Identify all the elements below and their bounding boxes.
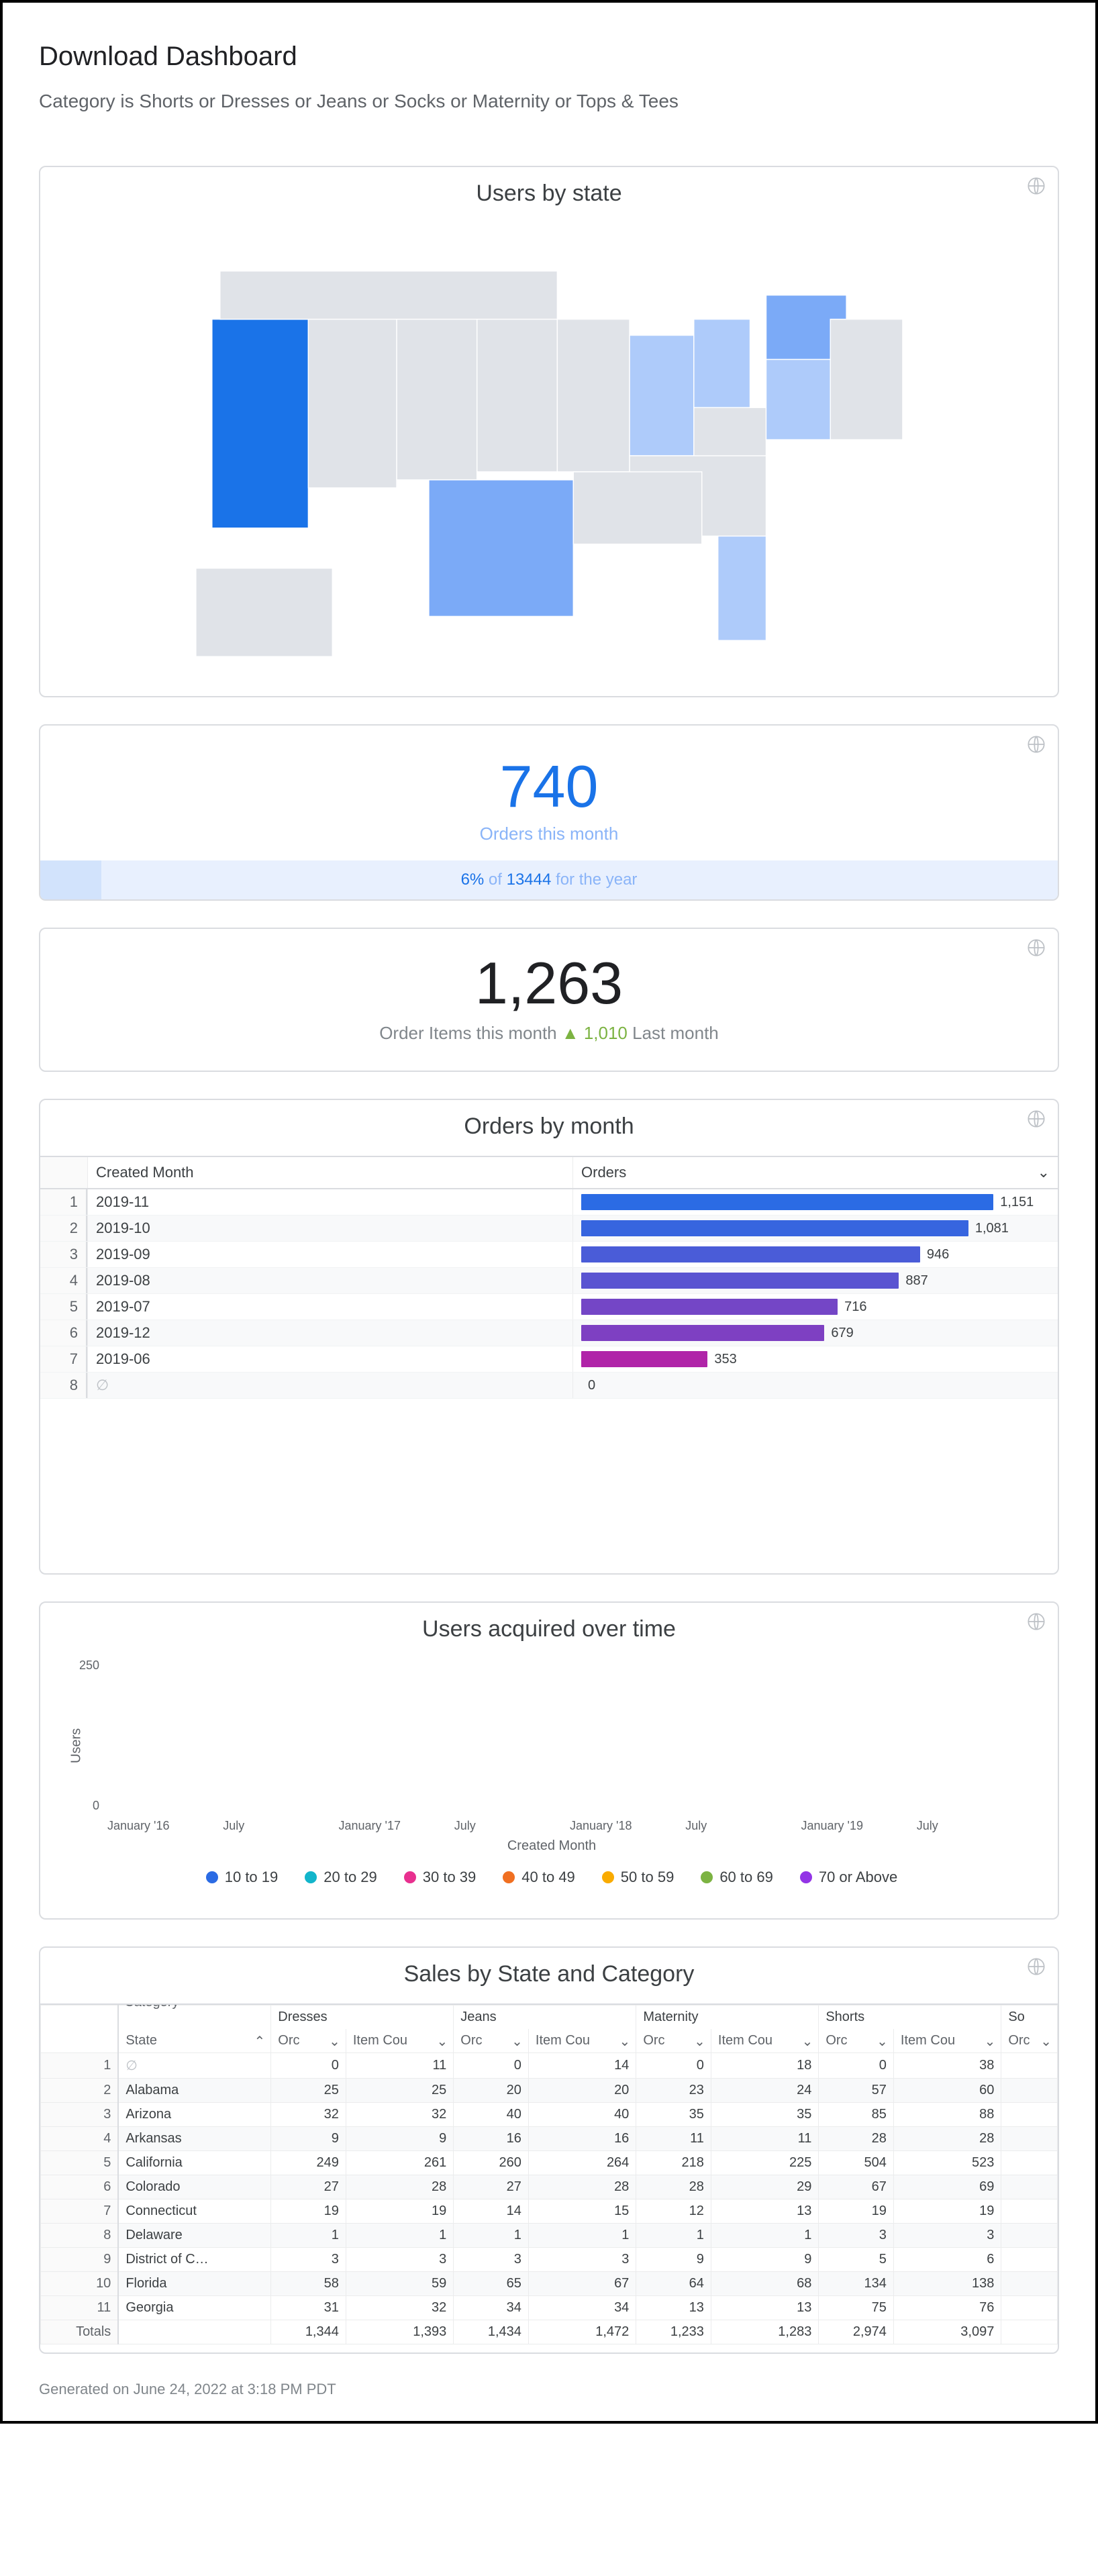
page-title: Download Dashboard: [39, 42, 1059, 72]
col-orders[interactable]: Orders: [572, 1157, 1058, 1188]
globe-icon[interactable]: [1027, 1612, 1046, 1631]
table-row[interactable]: 2Alabama2525202023245760: [41, 2079, 1058, 2103]
legend-item[interactable]: 30 to 39: [404, 1869, 477, 1886]
globe-icon[interactable]: [1027, 938, 1046, 957]
col-created-month[interactable]: Created Month: [87, 1157, 572, 1188]
legend-item[interactable]: 40 to 49: [503, 1869, 575, 1886]
table-row[interactable]: 11Georgia3132343413137576: [41, 2296, 1058, 2320]
legend-item[interactable]: 60 to 69: [701, 1869, 773, 1886]
obm-header: Created Month Orders: [40, 1156, 1058, 1189]
table-row[interactable]: 9District of C…33339956: [41, 2248, 1058, 2272]
table-row[interactable]: 62019-12679: [40, 1320, 1058, 1346]
table-row[interactable]: 72019-06353: [40, 1346, 1058, 1373]
table-row[interactable]: 10Florida585965676468134138: [41, 2272, 1058, 2296]
tile-order-items-month: 1,263 Order Items this month 1,010 Last …: [39, 928, 1059, 1072]
globe-icon[interactable]: [1027, 177, 1046, 195]
table-row[interactable]: 7Connecticut1919141512131919: [41, 2199, 1058, 2224]
tile-users-acquired: Users acquired over time Users 2500 Janu…: [39, 1601, 1059, 1920]
table-row[interactable]: 8∅0: [40, 1373, 1058, 1399]
tile-title: Users by state: [40, 167, 1058, 223]
progress-year-total: 13444: [507, 871, 552, 889]
users-acquired-chart[interactable]: Users 2500 January '16JulyJanuary '17Jul…: [66, 1658, 1038, 1833]
tile-title: Sales by State and Category: [40, 1948, 1058, 2003]
orders-month-value: 740: [40, 752, 1058, 821]
table-row[interactable]: 22019-101,081: [40, 1216, 1058, 1242]
tile-orders-this-month: 740 Orders this month 6% of 13444 for th…: [39, 724, 1059, 901]
tile-title: Users acquired over time: [40, 1603, 1058, 1658]
table-row[interactable]: 6Colorado2728272828296769: [41, 2175, 1058, 2199]
us-map[interactable]: [40, 223, 1058, 696]
globe-icon[interactable]: [1027, 1109, 1046, 1128]
tile-title: Orders by month: [40, 1100, 1058, 1156]
sales-table[interactable]: CategoryDressesJeansMaternityShortsSo St…: [40, 2005, 1058, 2344]
table-row[interactable]: 4Arkansas99161611112828: [41, 2127, 1058, 2151]
chart-legend: 10 to 19 20 to 29 30 to 39 40 to 49 50 to 59…: [66, 1862, 1038, 1905]
legend-item[interactable]: 10 to 19: [206, 1869, 279, 1886]
globe-icon[interactable]: [1027, 1957, 1046, 1976]
filter-subtitle: Category is Shorts or Dresses or Jeans o…: [39, 91, 1059, 112]
tile-sales-by-state-category: Sales by State and Category CategoryDres…: [39, 1946, 1059, 2354]
table-row[interactable]: 12019-111,151: [40, 1189, 1058, 1216]
table-row[interactable]: 3Arizona3232404035358588: [41, 2103, 1058, 2127]
x-axis-label: Created Month: [66, 1838, 1038, 1854]
legend-item[interactable]: 20 to 29: [305, 1869, 377, 1886]
table-row[interactable]: 5California249261260264218225504523: [41, 2151, 1058, 2175]
legend-item[interactable]: 50 to 59: [602, 1869, 675, 1886]
table-row[interactable]: 8Delaware11111133: [41, 2224, 1058, 2248]
globe-icon[interactable]: [1027, 735, 1046, 754]
orders-year-progress: 6% of 13444 for the year: [40, 860, 1058, 899]
table-row[interactable]: 32019-09946: [40, 1242, 1058, 1268]
order-items-value: 1,263: [40, 929, 1058, 1018]
table-row[interactable]: 1∅011014018038: [41, 2053, 1058, 2079]
generated-footer: Generated on June 24, 2022 at 3:18 PM PD…: [39, 2381, 1059, 2398]
table-row[interactable]: 52019-07716: [40, 1294, 1058, 1320]
progress-pct: 6%: [461, 871, 485, 889]
order-items-change: 1,010: [562, 1023, 628, 1043]
tile-orders-by-month: Orders by month Created Month Orders 120…: [39, 1099, 1059, 1575]
orders-month-label: Orders this month: [40, 824, 1058, 844]
order-items-sub: Order Items this month 1,010 Last month: [40, 1018, 1058, 1071]
table-row[interactable]: 42019-08887: [40, 1268, 1058, 1294]
legend-item[interactable]: 70 or Above: [800, 1869, 897, 1886]
tile-users-by-state: Users by state: [39, 166, 1059, 697]
